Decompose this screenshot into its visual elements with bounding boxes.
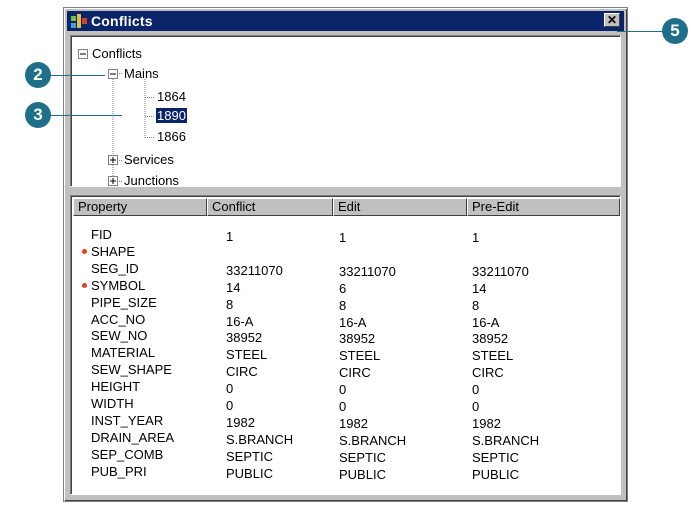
conflict-flag-dot <box>82 282 87 288</box>
cell-property: SEP_COMB <box>91 446 164 462</box>
conflict-tree[interactable]: Conflicts Mains 1864 1890 1866 Services … <box>70 35 621 188</box>
tree-node-1864[interactable]: 1864 <box>157 89 186 105</box>
expand-icon[interactable] <box>108 155 118 165</box>
table-row[interactable]: DRAIN_AREA S.BRANCH S.BRANCH S.BRANCH <box>71 429 620 448</box>
cell-conflict: 1982 <box>226 414 255 430</box>
cell-conflict: 1 <box>226 229 234 244</box>
table-row[interactable]: MATERIAL STEEL STEEL STEEL <box>71 345 620 363</box>
cell-property: DRAIN_AREA <box>91 429 175 445</box>
table-row[interactable]: PUB_PRI PUBLIC PUBLIC PUBLIC <box>71 463 620 482</box>
tree-label: Services <box>124 152 174 167</box>
cell-property: PIPE_SIZE <box>91 294 157 310</box>
tree-node-1866[interactable]: 1866 <box>157 129 186 145</box>
conflict-flag-dot <box>82 248 87 254</box>
cell-conflict: SEPTIC <box>226 448 273 464</box>
cell-property: SEW_SHAPE <box>91 362 172 378</box>
cell-conflict: S.BRANCH <box>226 431 294 447</box>
tree-label: 1890 <box>155 107 188 124</box>
table-row[interactable]: SEG_ID 33211070 33211070 33211070 <box>71 260 620 279</box>
tree-label: Mains <box>124 66 159 81</box>
cell-conflict: 16-A <box>226 313 254 329</box>
tree-label: 1866 <box>157 129 186 144</box>
table-row[interactable]: WIDTH 0 0 0 <box>71 396 620 414</box>
table-row[interactable]: SYMBOL 14 6 14 <box>71 277 620 296</box>
collapse-icon[interactable] <box>108 69 118 79</box>
cell-property: ACC_NO <box>91 311 146 327</box>
callout-badge: 5 <box>662 18 688 44</box>
column-header-property[interactable]: Property <box>73 198 207 216</box>
callout-leader-line <box>617 31 663 32</box>
expand-icon[interactable] <box>108 176 118 186</box>
callout-leader-line <box>50 75 105 76</box>
table-row[interactable]: ACC_NO 16-A 16-A 16-A <box>71 311 620 330</box>
cell-conflict: 33211070 <box>226 262 283 278</box>
cell-conflict: PUBLIC <box>226 465 273 481</box>
table-row[interactable]: SEW_SHAPE CIRC CIRC CIRC <box>71 362 620 380</box>
tree-label: Conflicts <box>92 46 142 61</box>
cell-conflict: 0 <box>226 398 234 413</box>
callout-badge: 2 <box>25 62 51 88</box>
table-row[interactable]: PIPE_SIZE 8 8 8 <box>71 294 620 313</box>
cell-edit: PUBLIC <box>339 466 386 482</box>
window-title: Conflicts <box>91 13 153 29</box>
cell-property: INST_YEAR <box>91 412 164 428</box>
close-icon: ✕ <box>606 13 618 27</box>
table-row[interactable]: HEIGHT 0 0 0 <box>71 379 620 397</box>
cell-conflict: 14 <box>226 279 241 295</box>
cell-pre-edit: PUBLIC <box>472 466 519 482</box>
tree-label: 1864 <box>157 89 186 104</box>
cell-conflict: CIRC <box>226 364 258 380</box>
cell-property: SEW_NO <box>91 328 148 344</box>
column-header-conflict[interactable]: Conflict <box>207 198 333 216</box>
tree-node-1890-selected[interactable]: 1890 <box>155 107 188 124</box>
cell-property: SHAPE <box>91 243 136 259</box>
table-row[interactable]: SHAPE <box>71 244 620 260</box>
cell-property: WIDTH <box>91 396 134 411</box>
column-header-edit[interactable]: Edit <box>333 198 467 216</box>
cell-property: FID <box>91 227 112 242</box>
pane-splitter[interactable] <box>68 189 623 193</box>
conflicts-window: Conflicts ✕ Conflicts Mains 1864 1890 18… <box>63 7 628 502</box>
table-row[interactable]: INST_YEAR 1982 1982 1982 <box>71 412 620 431</box>
table-row[interactable]: FID 1 1 1 <box>71 227 620 245</box>
cell-conflict: 0 <box>226 381 234 397</box>
cell-property: SEG_ID <box>91 260 139 276</box>
column-header-pre-edit[interactable]: Pre-Edit <box>467 198 620 216</box>
table-row[interactable]: SEW_NO 38952 38952 38952 <box>71 328 620 346</box>
title-bar[interactable]: Conflicts ✕ <box>67 11 624 31</box>
cell-conflict: 8 <box>226 296 234 312</box>
conflicts-app-icon <box>71 14 87 28</box>
cell-property: MATERIAL <box>91 345 156 361</box>
callout-leader-line <box>50 115 122 116</box>
cell-property: PUB_PRI <box>91 463 147 479</box>
property-grid[interactable]: Property Conflict Edit Pre-Edit FID 1 1 1 SH… <box>70 195 621 495</box>
cell-conflict: 38952 <box>226 330 263 346</box>
cell-property: HEIGHT <box>91 379 141 395</box>
cell-property: SYMBOL <box>91 277 146 293</box>
callout-badge: 3 <box>25 102 51 128</box>
tree-label: Junctions <box>124 173 179 188</box>
close-button[interactable]: ✕ <box>604 13 620 27</box>
collapse-icon[interactable] <box>78 49 88 59</box>
table-row[interactable]: SEP_COMB SEPTIC SEPTIC SEPTIC <box>71 446 620 465</box>
cell-conflict: STEEL <box>226 347 268 363</box>
